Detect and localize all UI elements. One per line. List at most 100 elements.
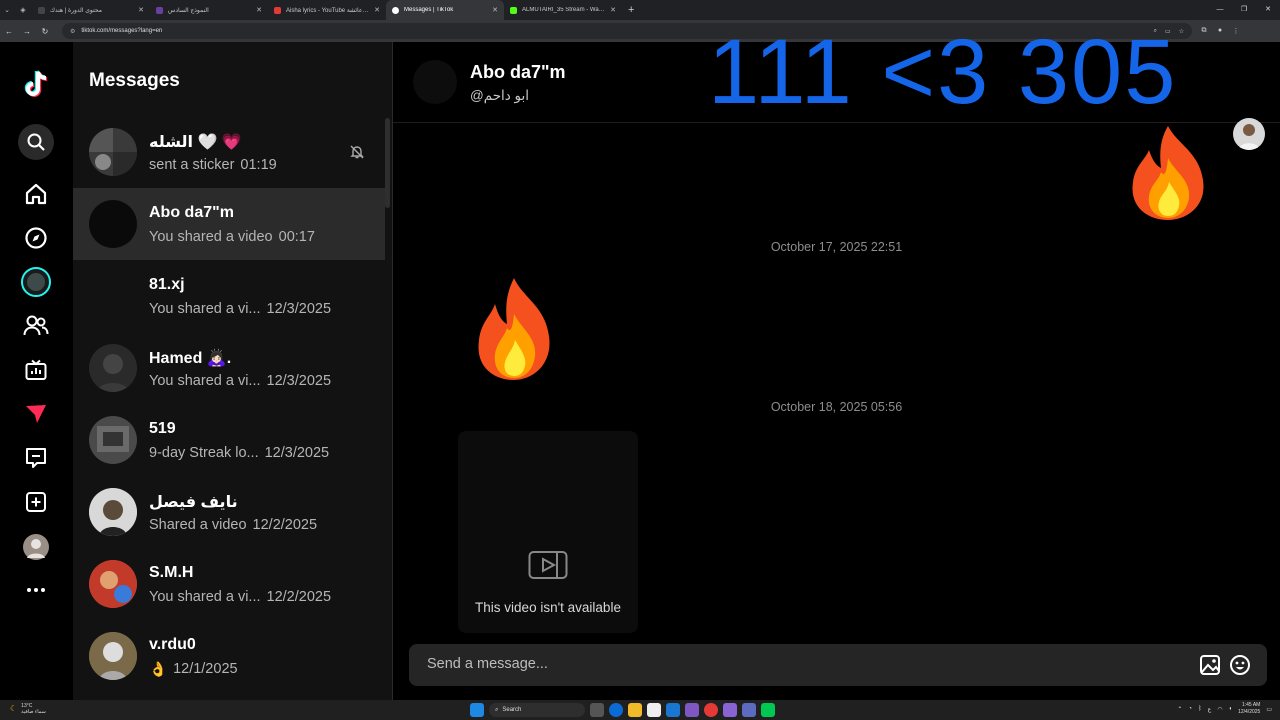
clock[interactable]: 1:45 AM 12/4/2025 xyxy=(1238,702,1260,716)
conversation-item[interactable]: v.rdu0 👌 12/1/2025 xyxy=(73,620,385,692)
explore-compass-icon[interactable] xyxy=(18,220,54,256)
tiktok-nav-rail xyxy=(0,42,73,700)
upload-plus-icon[interactable] xyxy=(18,484,54,520)
messages-send-icon[interactable] xyxy=(18,396,54,432)
preview-time: 12/2/2025 xyxy=(266,589,332,605)
bookmark-star-icon[interactable]: ☆ xyxy=(1179,28,1184,35)
weather-widget[interactable]: ☾ 13°C سماء صافية xyxy=(10,703,46,715)
conversation-name: v.rdu0 xyxy=(149,636,196,653)
extensions-icon[interactable]: ⧉ xyxy=(1196,27,1212,35)
conversation-item[interactable]: 519 9-day Streak lo... 12/3/2025 xyxy=(73,404,385,476)
notifications-icon[interactable]: ▭ xyxy=(1266,706,1272,713)
browser-tab[interactable]: النموذج السادس ✕ xyxy=(150,0,268,20)
copilot-icon[interactable] xyxy=(685,703,699,717)
home-icon[interactable] xyxy=(18,176,54,212)
close-tab-icon[interactable]: ✕ xyxy=(138,6,144,14)
tab-search-icon[interactable]: ⌄ xyxy=(0,6,14,14)
teams-icon[interactable] xyxy=(742,703,756,717)
friends-icon[interactable] xyxy=(18,308,54,344)
conversation-preview: sent a sticker 01:19 xyxy=(149,157,277,173)
discord-icon[interactable] xyxy=(723,703,737,717)
new-tab-button[interactable]: + xyxy=(628,4,634,16)
preview-time: 12/2/2025 xyxy=(252,517,318,533)
back-icon[interactable]: ← xyxy=(0,27,18,36)
shared-video-card[interactable]: This video isn't available xyxy=(458,431,638,633)
activity-inbox-icon[interactable] xyxy=(18,440,54,476)
wifi-icon[interactable]: ◠ xyxy=(1217,706,1222,713)
my-avatar xyxy=(1233,118,1265,150)
browser-tab[interactable]: Aisha lyrics - YouTube اغنية عائشة ✕ xyxy=(268,0,386,20)
conversation-name: Hamed 🙇🏻‍♀️. xyxy=(149,350,232,367)
avatar xyxy=(89,272,137,320)
chat-contact-name[interactable]: Abo da7"m xyxy=(470,62,566,83)
close-tab-icon[interactable]: ✕ xyxy=(256,6,262,14)
chrome-icon[interactable] xyxy=(704,703,718,717)
tiktok-logo-icon[interactable] xyxy=(18,66,54,102)
profile-icon[interactable]: ● xyxy=(1212,27,1228,35)
os-taskbar: ☾ 13°C سماء صافية ⌕ Search ⌃ ◔ ᛒ ع ◠ ◖ 1… xyxy=(0,700,1280,720)
muted-bell-icon xyxy=(349,144,365,165)
preview-time: 12/3/2025 xyxy=(264,445,330,461)
tab-title: النموذج السادس xyxy=(168,7,209,14)
image-upload-icon[interactable] xyxy=(1199,654,1221,681)
weather-text: 13°C سماء صافية xyxy=(21,703,46,715)
conversation-item[interactable]: Hamed 🙇🏻‍♀️. You shared a vi... 12/3/202… xyxy=(73,332,385,404)
task-view-icon[interactable] xyxy=(590,703,604,717)
browser-tab-active[interactable]: Messages | TikTok ✕ xyxy=(386,0,504,20)
language-indicator[interactable]: ع xyxy=(1208,706,1212,713)
preview-text: 👌 xyxy=(149,662,168,678)
emoji-icon[interactable] xyxy=(1229,654,1251,681)
conversation-name: 519 xyxy=(149,420,176,437)
tab-title: محتوى الدورة | هندك xyxy=(50,7,102,14)
menu-icon[interactable]: ⋮ xyxy=(1228,27,1244,35)
conversation-item[interactable]: الشله 🤍 💗 sent a sticker 01:19 xyxy=(73,116,385,188)
close-tab-icon[interactable]: ✕ xyxy=(492,6,498,14)
conversation-item-selected[interactable]: Abo da7"m You shared a video 00:17 xyxy=(73,188,385,260)
restore-icon[interactable]: ❐ xyxy=(1232,0,1256,20)
conversation-preview: You shared a vi... 12/3/2025 xyxy=(149,301,331,317)
fire-sticker-icon xyxy=(1125,122,1211,227)
more-options-icon[interactable] xyxy=(18,572,54,608)
chat-avatar[interactable] xyxy=(413,60,457,104)
list-scrollbar[interactable] xyxy=(385,118,390,208)
profile-avatar-icon[interactable] xyxy=(18,529,54,565)
window-controls: — ❐ ✕ xyxy=(1208,0,1280,20)
file-explorer-icon[interactable] xyxy=(628,703,642,717)
close-tab-icon[interactable]: ✕ xyxy=(610,6,616,14)
avatar xyxy=(89,128,137,176)
conversation-item[interactable]: S.M.H You shared a vi... 12/2/2025 xyxy=(73,548,385,620)
preview-text: You shared a vi... xyxy=(149,589,261,605)
following-avatar-icon[interactable] xyxy=(18,264,54,300)
minimize-icon[interactable]: — xyxy=(1208,0,1232,20)
browser-tab[interactable]: محتوى الدورة | هندك ✕ xyxy=(32,0,150,20)
site-info-icon[interactable]: ⚙ xyxy=(70,28,75,35)
message-input[interactable]: Send a message... xyxy=(427,656,548,672)
close-window-icon[interactable]: ✕ xyxy=(1256,0,1280,20)
close-tab-icon[interactable]: ✕ xyxy=(374,6,380,14)
extension-icon[interactable]: ◈ xyxy=(14,6,32,14)
store-icon[interactable] xyxy=(647,703,661,717)
conversation-name: نايف فيصل xyxy=(149,494,238,511)
browser-tab[interactable]: ALMUTAIRI_35 Stream - Watch ✕ xyxy=(504,0,622,20)
forward-icon[interactable]: → xyxy=(18,27,36,36)
outlook-icon[interactable] xyxy=(666,703,680,717)
reload-icon[interactable]: ↻ xyxy=(36,27,54,36)
app-icon[interactable] xyxy=(761,703,775,717)
search-icon[interactable] xyxy=(18,124,54,160)
preview-text: 9-day Streak lo... xyxy=(149,445,259,461)
tab-title: ALMUTAIRI_35 Stream - Watch xyxy=(522,7,607,13)
windows-start-icon[interactable] xyxy=(470,703,484,717)
volume-icon[interactable]: ◖ xyxy=(1228,706,1232,712)
taskbar-search[interactable]: ⌕ Search xyxy=(489,703,585,717)
network-icon[interactable]: ◔ xyxy=(1188,706,1192,712)
message-composer[interactable]: Send a message... xyxy=(409,644,1267,686)
taskbar-apps: ⌕ Search xyxy=(470,702,775,718)
tray-chevron-icon[interactable]: ⌃ xyxy=(1177,706,1182,713)
conversation-item[interactable]: نايف فيصل Shared a video 12/2/2025 xyxy=(73,476,385,548)
conversation-item[interactable]: 81.xj You shared a vi... 12/3/2025 xyxy=(73,260,385,332)
message-timestamp: October 17, 2025 22:51 xyxy=(770,240,903,254)
clock-date: 12/4/2025 xyxy=(1238,709,1261,715)
bluetooth-icon[interactable]: ᛒ xyxy=(1198,706,1202,712)
edge-icon[interactable] xyxy=(609,703,623,717)
live-tv-icon[interactable] xyxy=(18,352,54,388)
